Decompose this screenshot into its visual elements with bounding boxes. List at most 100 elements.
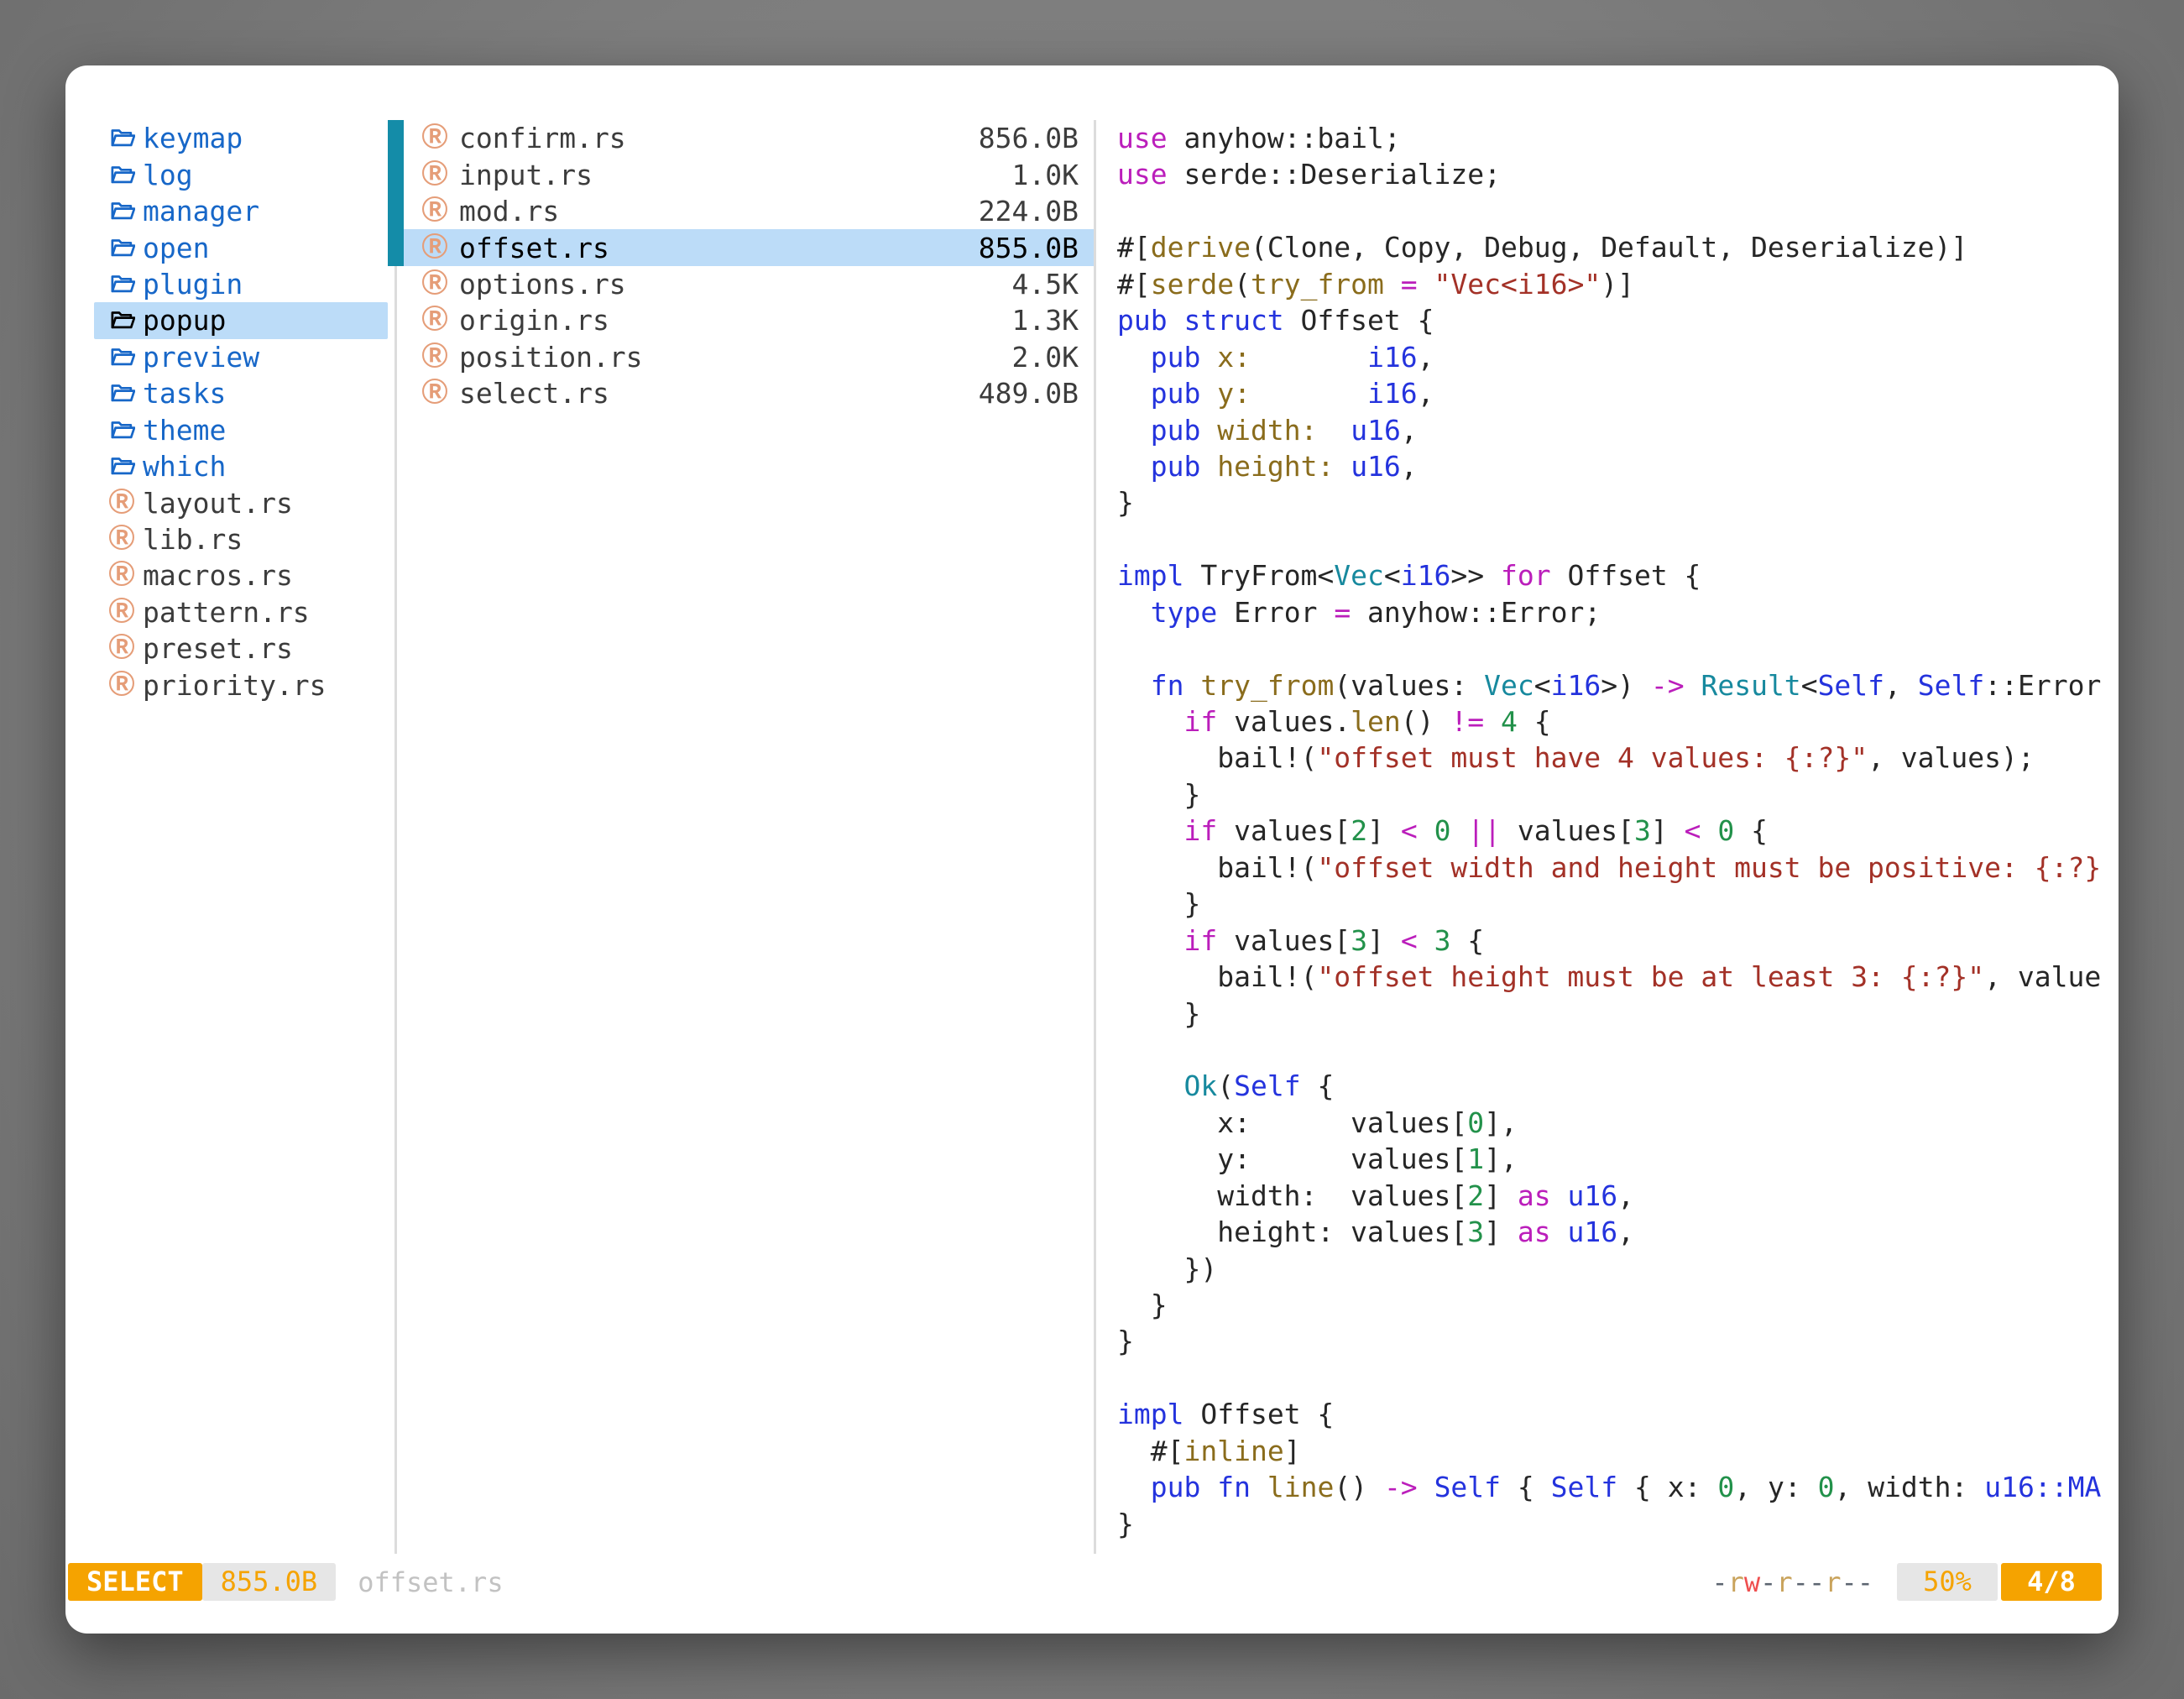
- file-row-confirm-rs[interactable]: Ⓡconfirm.rs856.0B: [404, 120, 1094, 156]
- code-line: }: [1117, 1323, 2117, 1359]
- code-line: type Error = anyhow::Error;: [1117, 594, 2117, 630]
- rust-file-icon: Ⓡ: [107, 525, 136, 554]
- open-folder-icon: [107, 452, 136, 481]
- code-preview-pane: use anyhow::bail;use serde::Deserialize;…: [1096, 120, 2117, 1550]
- sidebar-item-keymap[interactable]: keymap: [94, 120, 388, 156]
- rust-file-icon: Ⓡ: [421, 235, 449, 261]
- sidebar-item-priority-rs[interactable]: Ⓡpriority.rs: [94, 667, 388, 703]
- open-folder-icon: [107, 306, 136, 335]
- sidebar-item-manager[interactable]: manager: [94, 193, 388, 229]
- rust-logo-glyph: Ⓡ: [109, 526, 135, 552]
- rust-file-icon: Ⓡ: [107, 671, 136, 699]
- code-line: }: [1117, 1506, 2117, 1542]
- sidebar-item-pattern-rs[interactable]: Ⓡpattern.rs: [94, 594, 388, 630]
- rust-file-icon: Ⓡ: [421, 125, 449, 151]
- code-line: x: values[0],: [1117, 1105, 2117, 1141]
- file-list-cursor-indicator: [388, 120, 404, 266]
- rust-logo-glyph: Ⓡ: [109, 672, 135, 698]
- file-row-mod-rs[interactable]: Ⓡmod.rs224.0B: [404, 193, 1094, 229]
- file-size: 1.3K: [1012, 304, 1079, 337]
- status-bar: SELECT 855.0B offset.rs -rw-r--r-- 50% 4…: [65, 1563, 2119, 1601]
- file-row-offset-rs[interactable]: Ⓡoffset.rs855.0B: [404, 229, 1094, 265]
- sidebar-item-label: plugin: [143, 268, 243, 301]
- file-row-options-rs[interactable]: Ⓡoptions.rs4.5K: [404, 266, 1094, 302]
- code-line: #[inline]: [1117, 1433, 2117, 1469]
- sidebar-item-label: pattern.rs: [143, 596, 310, 629]
- file-row-input-rs[interactable]: Ⓡinput.rs1.0K: [404, 156, 1094, 192]
- rust-logo-glyph: Ⓡ: [109, 490, 135, 516]
- sidebar-item-layout-rs[interactable]: Ⓡlayout.rs: [94, 484, 388, 520]
- file-name: mod.rs: [459, 195, 979, 227]
- mode-badge: SELECT: [68, 1563, 202, 1601]
- code-line: width: values[2] as u16,: [1117, 1178, 2117, 1214]
- sidebar-item-preset-rs[interactable]: Ⓡpreset.rs: [94, 630, 388, 667]
- rust-file-icon: Ⓡ: [421, 271, 449, 297]
- file-name: options.rs: [459, 268, 1012, 301]
- code-line: pub x: i16,: [1117, 339, 2117, 375]
- sidebar-item-popup[interactable]: popup: [94, 302, 388, 338]
- sidebar-item-label: layout.rs: [143, 487, 293, 520]
- rust-logo-glyph: Ⓡ: [109, 635, 135, 661]
- open-folder-icon: [107, 379, 136, 408]
- code-line: }: [1117, 484, 2117, 520]
- sidebar-item-macros-rs[interactable]: Ⓡmacros.rs: [94, 557, 388, 593]
- code-line: }: [1117, 996, 2117, 1032]
- file-name: origin.rs: [459, 304, 1012, 337]
- sidebar-item-which[interactable]: which: [94, 448, 388, 484]
- code-line: }: [1117, 776, 2117, 813]
- file-size: 4.5K: [1012, 268, 1079, 301]
- sidebar-item-lib-rs[interactable]: Ⓡlib.rs: [94, 521, 388, 557]
- sidebar-item-label: priority.rs: [143, 669, 327, 702]
- sidebar-item-preview[interactable]: preview: [94, 339, 388, 375]
- permissions: -rw-r--r--: [1711, 1566, 1873, 1598]
- sidebar-item-label: preview: [143, 341, 259, 374]
- code-line: [1117, 1032, 2117, 1068]
- sidebar-item-label: tasks: [143, 377, 226, 410]
- sidebar-item-plugin[interactable]: plugin: [94, 266, 388, 302]
- open-folder-icon: [107, 342, 136, 371]
- rust-file-icon: Ⓡ: [107, 598, 136, 626]
- file-size-badge: 855.0B: [202, 1563, 337, 1601]
- code-line: pub height: u16,: [1117, 448, 2117, 484]
- code-line: use serde::Deserialize;: [1117, 156, 2117, 192]
- file-row-position-rs[interactable]: Ⓡposition.rs2.0K: [404, 339, 1094, 375]
- rust-file-icon: Ⓡ: [107, 635, 136, 663]
- code-line: [1117, 193, 2117, 229]
- rust-logo-glyph: Ⓡ: [422, 125, 448, 151]
- rust-logo-glyph: Ⓡ: [422, 344, 448, 370]
- code-line: [1117, 521, 2117, 557]
- rust-file-icon: Ⓡ: [107, 489, 136, 517]
- rust-file-icon: Ⓡ: [107, 562, 136, 590]
- file-row-origin-rs[interactable]: Ⓡorigin.rs1.3K: [404, 302, 1094, 338]
- sidebar-item-label: macros.rs: [143, 559, 293, 592]
- open-folder-icon: [107, 269, 136, 298]
- file-name: offset.rs: [459, 232, 979, 264]
- scroll-percent-badge: 50%: [1897, 1563, 1998, 1601]
- open-folder-icon: [107, 160, 136, 189]
- code-line: y: values[1],: [1117, 1141, 2117, 1177]
- sidebar-item-label: which: [143, 450, 226, 483]
- code-line: }: [1117, 1287, 2117, 1323]
- file-size: 856.0B: [979, 122, 1079, 154]
- open-folder-icon: [107, 233, 136, 262]
- sidebar-item-label: lib.rs: [143, 523, 243, 556]
- open-folder-icon: [107, 416, 136, 444]
- open-folder-icon: [107, 124, 136, 153]
- file-name: confirm.rs: [459, 122, 979, 154]
- code-line: pub y: i16,: [1117, 375, 2117, 411]
- rust-logo-glyph: Ⓡ: [422, 307, 448, 333]
- sidebar-item-tasks[interactable]: tasks: [94, 375, 388, 411]
- sidebar-item-theme[interactable]: theme: [94, 412, 388, 448]
- sidebar-item-label: popup: [143, 304, 226, 337]
- rust-logo-glyph: Ⓡ: [422, 271, 448, 297]
- code-line: #[serde(try_from = "Vec<i16>")]: [1117, 266, 2117, 302]
- sidebar-item-open[interactable]: open: [94, 229, 388, 265]
- file-list: Ⓡconfirm.rs856.0BⓇinput.rs1.0KⓇmod.rs224…: [404, 120, 1094, 412]
- file-manager-window: keymaplogmanageropenpluginpopup previewta…: [65, 65, 2119, 1634]
- code-line: impl TryFrom<Vec<i16>> for Offset {: [1117, 557, 2117, 593]
- file-row-select-rs[interactable]: Ⓡselect.rs489.0B: [404, 375, 1094, 411]
- sidebar-item-log[interactable]: log: [94, 156, 388, 192]
- code-line: height: values[3] as u16,: [1117, 1214, 2117, 1250]
- code-line: if values[3] < 3 {: [1117, 923, 2117, 959]
- sidebar-item-label: log: [143, 159, 193, 191]
